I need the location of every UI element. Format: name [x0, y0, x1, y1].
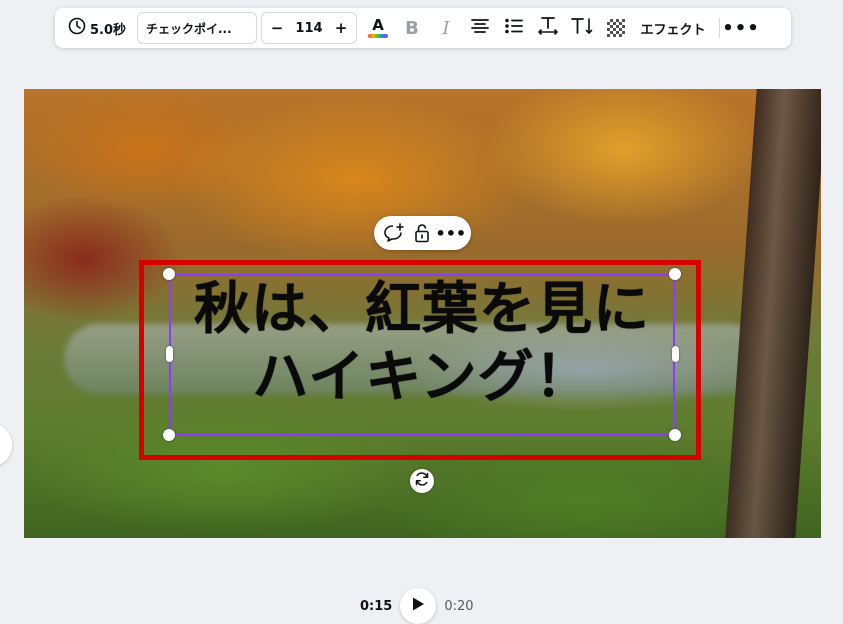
- side-panel-toggle[interactable]: [0, 424, 12, 466]
- text-toolbar: 5.0秒 チェックポイ... − 114 + A B I エフェクト •••: [55, 8, 791, 48]
- headline-text[interactable]: 秋は、紅葉を見に ハイキング！: [169, 276, 675, 412]
- headline-line-2: ハイキング！: [252, 345, 592, 410]
- clock-icon: [68, 17, 86, 39]
- rotate-icon: [414, 471, 430, 491]
- headline-line-1: 秋は、紅葉を見に: [194, 277, 650, 342]
- line-height-button[interactable]: [565, 12, 599, 44]
- bold-icon: B: [405, 17, 419, 39]
- text-color-swatch: [368, 34, 388, 38]
- italic-button[interactable]: I: [429, 12, 463, 44]
- element-more-icon[interactable]: •••: [435, 221, 466, 245]
- more-options-button[interactable]: •••: [722, 12, 759, 44]
- toolbar-divider: [719, 18, 720, 38]
- font-size-input[interactable]: 114: [295, 21, 322, 36]
- text-color-button[interactable]: A: [361, 12, 395, 44]
- effect-label: エフェクト: [640, 22, 706, 38]
- transparency-button[interactable]: [599, 12, 633, 44]
- italic-icon: I: [442, 17, 450, 39]
- play-button[interactable]: [400, 588, 437, 624]
- duration-button[interactable]: 5.0秒: [61, 12, 133, 44]
- resize-handle-top-left[interactable]: [163, 268, 175, 280]
- more-icon: •••: [722, 17, 760, 39]
- letter-spacing-button[interactable]: [531, 12, 565, 44]
- text-size-icon: [570, 16, 594, 41]
- align-button[interactable]: [463, 12, 497, 44]
- letter-spacing-icon: [537, 16, 559, 41]
- resize-handle-bottom-right[interactable]: [669, 429, 681, 441]
- font-size-decrease-button[interactable]: −: [268, 19, 286, 37]
- rotate-handle[interactable]: [410, 469, 434, 493]
- element-float-toolbar: •••: [374, 216, 471, 250]
- effect-button[interactable]: エフェクト: [633, 12, 713, 44]
- resize-handle-bottom-left[interactable]: [163, 429, 175, 441]
- transparency-icon: [607, 19, 625, 37]
- duration-label: 5.0秒: [89, 22, 127, 38]
- font-family-value: チェックポイ...: [146, 21, 232, 36]
- bold-button[interactable]: B: [395, 12, 429, 44]
- resize-handle-left[interactable]: [166, 346, 173, 362]
- play-icon: [411, 596, 425, 616]
- font-size-stepper: − 114 +: [261, 12, 357, 44]
- playback-controls: 0:15 0:20: [360, 588, 474, 624]
- align-center-icon: [470, 17, 490, 40]
- list-icon: [504, 17, 524, 40]
- font-family-select[interactable]: チェックポイ...: [137, 12, 257, 44]
- font-size-increase-button[interactable]: +: [332, 19, 350, 37]
- resize-handle-top-right[interactable]: [669, 268, 681, 280]
- text-color-icon: A: [372, 16, 384, 34]
- comment-add-icon[interactable]: [382, 221, 406, 245]
- lock-icon[interactable]: [410, 221, 434, 245]
- current-time: 0:15: [360, 598, 393, 614]
- total-time: 0:20: [444, 598, 474, 614]
- resize-handle-right[interactable]: [672, 346, 679, 362]
- list-button[interactable]: [497, 12, 531, 44]
- background-tree-trunk: [725, 89, 821, 538]
